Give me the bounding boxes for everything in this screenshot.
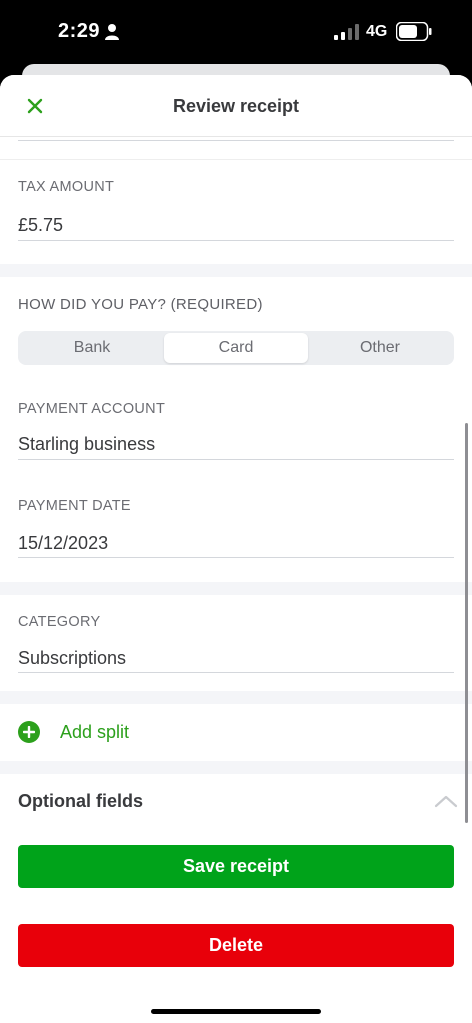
battery-icon [396, 22, 432, 41]
payment-method-label: HOW DID YOU PAY? (REQUIRED) [18, 296, 263, 313]
add-split-label: Add split [60, 721, 130, 742]
field-underline [18, 240, 454, 241]
page-title: Review receipt [172, 96, 300, 116]
payment-account-field[interactable]: Starling business [18, 434, 155, 455]
delete-button[interactable]: Delete [18, 924, 454, 967]
field-underline [18, 459, 454, 460]
payment-date-field[interactable]: 15/12/2023 [18, 533, 108, 554]
signal-icon [334, 24, 359, 40]
section-separator [0, 264, 472, 277]
chevron-up-icon[interactable] [434, 793, 458, 809]
save-receipt-button[interactable]: Save receipt [18, 845, 454, 888]
tax-amount-label: TAX AMOUNT [18, 179, 115, 195]
category-field[interactable]: Subscriptions [18, 648, 126, 669]
person-icon [105, 24, 119, 40]
payment-method-segmented-control: Bank Card Other [18, 331, 454, 365]
segment-bank[interactable]: Bank [20, 333, 164, 363]
status-time: 2:29 [58, 20, 101, 42]
payment-account-label: PAYMENT ACCOUNT [18, 401, 166, 417]
category-label: CATEGORY [18, 614, 101, 630]
section-separator [0, 691, 472, 704]
status-bar: 2:29 4G [0, 0, 472, 66]
segment-other[interactable]: Other [308, 333, 452, 363]
divider [0, 159, 472, 160]
add-split-button[interactable]: Add split [18, 718, 129, 746]
optional-fields-header[interactable]: Optional fields [18, 791, 143, 812]
field-underline [18, 557, 454, 558]
section-separator [0, 582, 472, 595]
field-underline [18, 140, 454, 141]
tax-amount-field[interactable]: £5.75 [18, 215, 63, 236]
scrollbar[interactable] [465, 423, 468, 823]
payment-date-label: PAYMENT DATE [18, 498, 131, 514]
segment-card[interactable]: Card [164, 333, 308, 363]
review-receipt-sheet: Review receipt TAX AMOUNT £5.75 HOW DID … [0, 75, 472, 1023]
home-indicator[interactable] [151, 1009, 321, 1014]
field-underline [18, 672, 454, 673]
plus-circle-icon [18, 721, 40, 743]
network-label: 4G [366, 23, 388, 40]
sheet-header: Review receipt [0, 75, 472, 137]
section-separator [0, 761, 472, 774]
